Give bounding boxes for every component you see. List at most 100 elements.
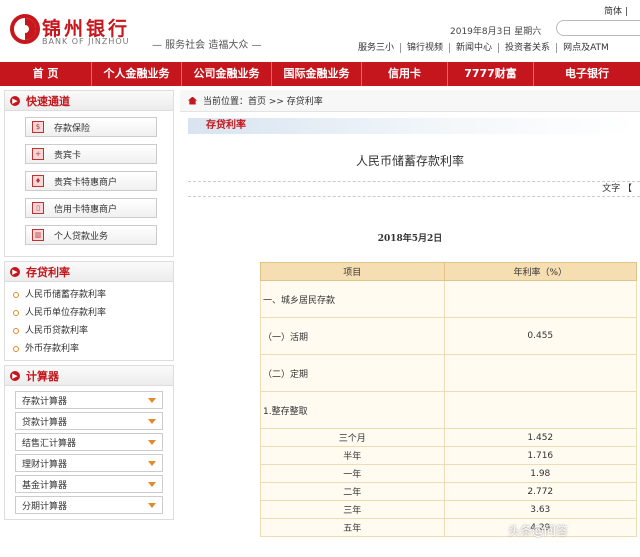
table-row: 1.整存整取 (260, 391, 638, 429)
top-links: 服务三小 锦行视频 新闻中心 投资者关系 网点及ATM (358, 43, 615, 53)
quick-credit-merchant[interactable]: ▯ 信用卡特惠商户 (25, 198, 157, 218)
quick-deposit-insurance[interactable]: $ 存款保险 (25, 117, 157, 137)
quick-vip-card[interactable]: + 贵宾卡 (25, 144, 157, 164)
font-size-control[interactable]: 文字 【 (602, 184, 632, 194)
bullet-icon (13, 346, 19, 352)
calc-fund[interactable]: 基金计算器 (15, 475, 163, 493)
calculators-box: ▶ 计算器 存款计算器 贷款计算器 结售汇计算器 理财计算器 基金计算器 分期计… (4, 365, 174, 520)
top-link-news[interactable]: 新闻中心 (449, 43, 498, 53)
deposit-icon: $ (32, 121, 44, 133)
search-input[interactable] (556, 20, 640, 36)
rate-item-value: 2.772 (443, 482, 638, 501)
language-switch[interactable]: 简体 | (604, 4, 628, 17)
nav-credit-card[interactable]: 信用卡 (362, 62, 448, 86)
caret-down-icon (148, 418, 156, 424)
slogan: — 服务社会 造福大众 — (152, 40, 262, 51)
rate-link-corporate[interactable]: 人民币单位存款利率 (13, 304, 173, 322)
top-link-video[interactable]: 锦行视频 (400, 43, 449, 53)
phone-icon: ▯ (32, 202, 44, 214)
top-link-atm[interactable]: 网点及ATM (556, 43, 615, 53)
table-row: （二）定期 (260, 354, 638, 392)
table-row: （一）活期 0.455 (260, 317, 638, 355)
breadcrumb: 当前位置：首页 >> 存贷利率 (180, 90, 640, 112)
nav-corporate[interactable]: 公司金融业务 (182, 62, 272, 86)
rate-table: 项目 年利率（%） 一、城乡居民存款 （一）活期 0.455 （二）定期 1.整存整取三… (260, 262, 638, 537)
rate-item-name: （二）定期 (260, 354, 445, 392)
rate-item-value (443, 354, 638, 392)
table-header-row: 项目 年利率（%） (260, 262, 638, 281)
calc-finance[interactable]: 理财计算器 (15, 454, 163, 472)
main-nav: 首 页 个人金融业务 公司金融业务 国际金融业务 信用卡 7777财富 电子银行 (0, 62, 640, 86)
bar-chart-icon: ▥ (32, 229, 44, 241)
calc-loan[interactable]: 贷款计算器 (15, 412, 163, 430)
current-date: 2019年8月3日 星期六 (450, 27, 542, 37)
calc-installment[interactable]: 分期计算器 (15, 496, 163, 514)
rate-item-value: 1.452 (443, 428, 638, 447)
rate-item-value (443, 280, 638, 318)
rate-link-savings[interactable]: 人民币储蓄存款利率 (13, 286, 173, 304)
rate-link-loan[interactable]: 人民币贷款利率 (13, 322, 173, 340)
nav-wealth[interactable]: 7777财富 (448, 62, 534, 86)
rate-item-name: 三年 (260, 500, 445, 519)
top-link-investor[interactable]: 投资者关系 (498, 43, 556, 53)
section-title: 存贷利率 (188, 118, 640, 134)
table-row: 半年 1.716 (260, 446, 638, 465)
caret-down-icon (148, 397, 156, 403)
bullet-icon (13, 310, 19, 316)
rate-item-value: 1.716 (443, 446, 638, 465)
rate-item-value (443, 391, 638, 429)
publish-date: 2018年5月2日 (377, 234, 443, 244)
rate-item-name: （一）活期 (260, 317, 445, 355)
nav-home[interactable]: 首 页 (0, 62, 92, 86)
table-row: 二年 2.772 (260, 482, 638, 501)
rate-link-foreign[interactable]: 外币存款利率 (13, 340, 173, 358)
nav-international[interactable]: 国际金融业务 (272, 62, 362, 86)
table-row: 三个月 1.452 (260, 428, 638, 447)
caret-down-icon (148, 481, 156, 487)
main-content: 当前位置：首页 >> 存贷利率 存贷利率 人民币储蓄存款利率 文字 【 2018… (180, 90, 640, 557)
table-row: 三年 3.63 (260, 500, 638, 519)
rates-box: ▶ 存贷利率 人民币储蓄存款利率 人民币单位存款利率 人民币贷款利率 外币存款利… (4, 261, 174, 361)
caret-down-icon (148, 502, 156, 508)
arrow-right-icon: ▶ (10, 95, 20, 106)
quick-personal-loan[interactable]: ▥ 个人贷款业务 (25, 225, 157, 245)
arrow-right-icon: ▶ (10, 266, 20, 277)
header-rate: 年利率（%） (443, 262, 638, 281)
rate-item-name: 1.整存整取 (260, 391, 445, 429)
home-icon (188, 96, 197, 105)
font-size-toolbar: 文字 【 (188, 181, 640, 197)
sidebar: ▶ 快速通道 $ 存款保险 + 贵宾卡 ♦ 贵宾卡特惠商户 ▯ 信用卡特惠商户 ▥ 个人贷… (4, 90, 174, 524)
rate-item-name: 一、城乡居民存款 (260, 280, 445, 318)
article-title: 人民币储蓄存款利率 (355, 154, 464, 168)
caret-down-icon (148, 439, 156, 445)
rate-item-name: 二年 (260, 482, 445, 501)
calculators-title: ▶ 计算器 (5, 366, 173, 386)
card-icon: + (32, 148, 44, 160)
nav-personal[interactable]: 个人金融业务 (92, 62, 182, 86)
quick-vip-merchant[interactable]: ♦ 贵宾卡特惠商户 (25, 171, 157, 191)
bank-name-en: BANK OF JINZHOU (42, 37, 130, 46)
calc-exchange[interactable]: 结售汇计算器 (15, 433, 163, 451)
quick-channel-box: ▶ 快速通道 $ 存款保险 + 贵宾卡 ♦ 贵宾卡特惠商户 ▯ 信用卡特惠商户 ▥ 个人贷… (4, 90, 174, 257)
rate-item-value: 0.455 (443, 317, 638, 355)
calc-deposit[interactable]: 存款计算器 (15, 391, 163, 409)
nav-ebank[interactable]: 电子银行 (534, 62, 640, 86)
table-row: 五年 4.29 (260, 518, 638, 537)
watermark: 头条@问答 (508, 524, 569, 538)
table-row: 一年 1.98 (260, 464, 638, 483)
header: 锦州银行 BANK OF JINZHOU — 服务社会 造福大众 — 简体 | … (0, 0, 640, 62)
table-row: 一、城乡居民存款 (260, 280, 638, 318)
rate-item-name: 半年 (260, 446, 445, 465)
bank-logo-icon[interactable] (10, 14, 40, 44)
bullet-icon (13, 328, 19, 334)
arrow-right-icon: ▶ (10, 370, 20, 381)
rate-item-name: 五年 (260, 518, 445, 537)
bullet-icon (13, 292, 19, 298)
top-link-service[interactable]: 服务三小 (358, 43, 400, 53)
caret-down-icon (148, 460, 156, 466)
rate-item-name: 一年 (260, 464, 445, 483)
rate-item-value: 1.98 (443, 464, 638, 483)
header-item: 项目 (260, 262, 445, 281)
rate-item-name: 三个月 (260, 428, 445, 447)
rate-item-value: 3.63 (443, 500, 638, 519)
